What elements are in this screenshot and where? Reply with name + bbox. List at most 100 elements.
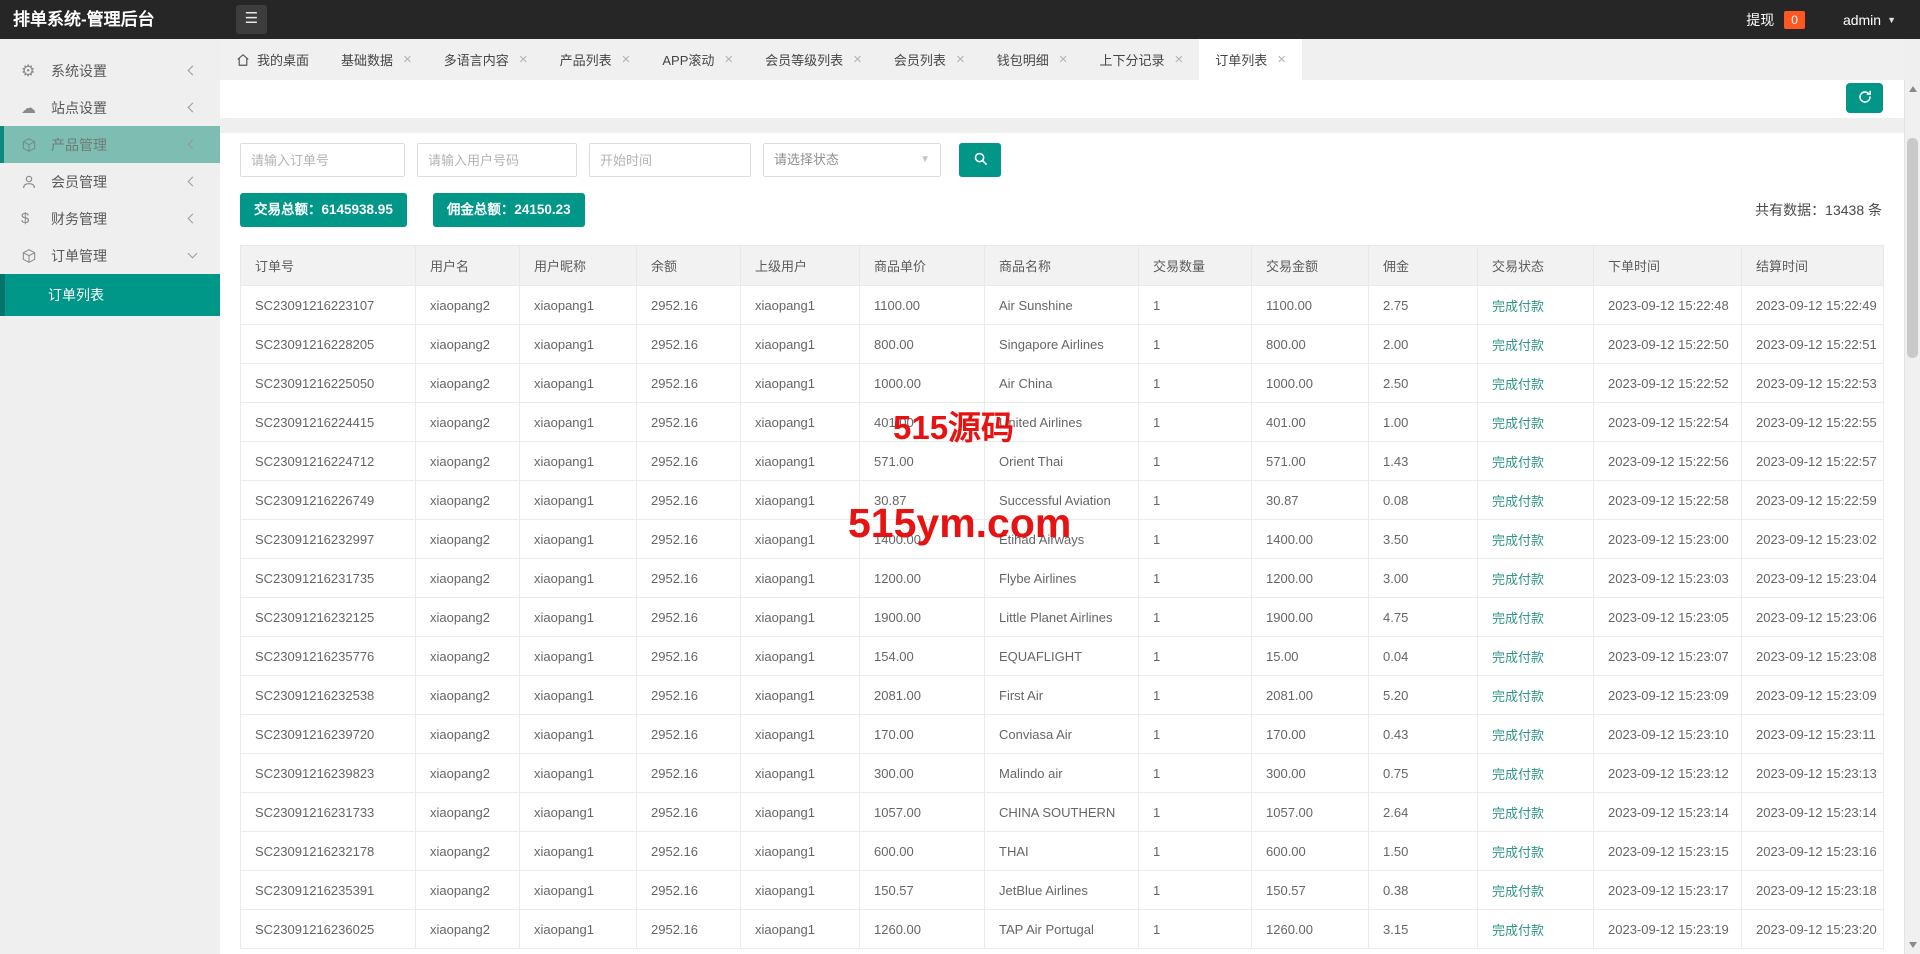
cell-username: xiaopang2 xyxy=(416,715,520,754)
cell-status: 完成付款 xyxy=(1478,364,1594,403)
home-icon xyxy=(236,53,250,67)
sidebar-item[interactable]: 会员管理 xyxy=(0,163,220,200)
cell-quantity: 1 xyxy=(1139,715,1252,754)
close-icon[interactable]: × xyxy=(622,52,631,67)
cell-commission: 1.00 xyxy=(1369,403,1478,442)
close-icon[interactable]: × xyxy=(519,52,528,67)
cell-settle_time: 2023-09-12 15:22:57 xyxy=(1742,442,1884,481)
cell-nickname: xiaopang1 xyxy=(520,910,637,949)
cell-balance: 2952.16 xyxy=(637,637,741,676)
tab-active-9[interactable]: 订单列表× xyxy=(1199,39,1302,80)
sidebar-item-label: 会员管理 xyxy=(51,172,107,192)
cell-balance: 2952.16 xyxy=(637,754,741,793)
close-icon[interactable]: × xyxy=(1277,52,1286,67)
sidebar-item[interactable]: ☁站点设置 xyxy=(0,89,220,126)
scroll-down-icon[interactable] xyxy=(1909,942,1917,948)
commission-total-button[interactable]: 佣金总额：24150.23 xyxy=(433,193,585,227)
cell-order_no: SC23091216228205 xyxy=(241,325,416,364)
cell-quantity: 1 xyxy=(1139,481,1252,520)
cell-settle_time: 2023-09-12 15:23:08 xyxy=(1742,637,1884,676)
vertical-scrollbar[interactable] xyxy=(1904,80,1920,954)
tab-4[interactable]: APP滚动 × xyxy=(646,39,749,80)
sidebar-item[interactable]: 订单管理 xyxy=(0,237,220,274)
cell-commission: 2.50 xyxy=(1369,364,1478,403)
status-select[interactable]: 请选择状态 ▼ xyxy=(763,143,941,177)
close-icon[interactable]: × xyxy=(403,52,412,67)
cell-quantity: 1 xyxy=(1139,754,1252,793)
user-number-input[interactable] xyxy=(417,143,577,177)
table-row: SC23091216224712xiaopang2xiaopang12952.1… xyxy=(241,442,1884,481)
close-icon[interactable]: × xyxy=(956,52,965,67)
cell-balance: 2952.16 xyxy=(637,364,741,403)
cell-parent_user: xiaopang1 xyxy=(741,598,860,637)
cell-amount: 15.00 xyxy=(1252,637,1369,676)
sidebar-item[interactable]: $财务管理 xyxy=(0,200,220,237)
cell-settle_time: 2023-09-12 15:23:04 xyxy=(1742,559,1884,598)
cell-status: 完成付款 xyxy=(1478,442,1594,481)
user-icon xyxy=(21,174,38,190)
sidebar-subitem[interactable]: 订单列表 xyxy=(0,274,220,316)
order-no-input[interactable] xyxy=(240,143,405,177)
cell-nickname: xiaopang1 xyxy=(520,715,637,754)
refresh-button[interactable] xyxy=(1846,83,1883,113)
cell-status: 完成付款 xyxy=(1478,403,1594,442)
cell-unit_price: 1400.00 xyxy=(860,520,985,559)
scroll-up-icon[interactable] xyxy=(1909,86,1917,92)
cell-order_time: 2023-09-12 15:23:17 xyxy=(1594,871,1742,910)
start-time-input[interactable] xyxy=(589,143,751,177)
tab-0[interactable]: 我的桌面 xyxy=(220,39,325,80)
table-row: SC23091216223107xiaopang2xiaopang12952.1… xyxy=(241,286,1884,325)
cell-unit_price: 1100.00 xyxy=(860,286,985,325)
table-row: SC23091216236025xiaopang2xiaopang12952.1… xyxy=(241,910,1884,949)
cell-status: 完成付款 xyxy=(1478,754,1594,793)
trade-total-button[interactable]: 交易总额：6145938.95 xyxy=(240,193,407,227)
cell-unit_price: 300.00 xyxy=(860,754,985,793)
cell-commission: 0.43 xyxy=(1369,715,1478,754)
tab-label: APP滚动 xyxy=(662,50,714,69)
cell-order_time: 2023-09-12 15:23:15 xyxy=(1594,832,1742,871)
tab-8[interactable]: 上下分记录× xyxy=(1083,39,1199,80)
cell-settle_time: 2023-09-12 15:23:09 xyxy=(1742,676,1884,715)
scrollbar-thumb[interactable] xyxy=(1907,138,1918,358)
sidebar-item[interactable]: 产品管理 xyxy=(0,126,220,163)
table-row: SC23091216235391xiaopang2xiaopang12952.1… xyxy=(241,871,1884,910)
close-icon[interactable]: × xyxy=(724,52,733,67)
sidebar-item[interactable]: ⚙系统设置 xyxy=(0,52,220,89)
cell-nickname: xiaopang1 xyxy=(520,832,637,871)
withdraw-link[interactable]: 提现 xyxy=(1746,10,1774,30)
search-button[interactable] xyxy=(959,143,1001,177)
cell-order_no: SC23091216232538 xyxy=(241,676,416,715)
cell-parent_user: xiaopang1 xyxy=(741,676,860,715)
hamburger-icon[interactable]: ☰ xyxy=(236,5,267,34)
total-count-label: 共有数据：13438 条 xyxy=(1755,200,1882,220)
tab-6[interactable]: 会员列表 × xyxy=(878,39,981,80)
cell-order_time: 2023-09-12 15:23:03 xyxy=(1594,559,1742,598)
cell-order_time: 2023-09-12 15:23:07 xyxy=(1594,637,1742,676)
cell-balance: 2952.16 xyxy=(637,403,741,442)
close-icon[interactable]: × xyxy=(1175,52,1184,67)
sidebar-item-label: 站点设置 xyxy=(51,98,107,118)
tab-2[interactable]: 多语言内容× xyxy=(428,39,544,80)
cell-order_time: 2023-09-12 15:23:14 xyxy=(1594,793,1742,832)
user-menu[interactable]: admin ▼ xyxy=(1843,12,1896,28)
cell-parent_user: xiaopang1 xyxy=(741,793,860,832)
table-row: SC23091216239720xiaopang2xiaopang12952.1… xyxy=(241,715,1884,754)
tab-5[interactable]: 会员等级列表× xyxy=(749,39,878,80)
cell-product_name: Successful Aviation xyxy=(985,481,1139,520)
cell-product_name: Little Planet Airlines xyxy=(985,598,1139,637)
tab-label: 会员列表 xyxy=(894,50,946,69)
search-icon xyxy=(973,151,988,169)
cell-amount: 1000.00 xyxy=(1252,364,1369,403)
close-icon[interactable]: × xyxy=(853,52,862,67)
cell-amount: 571.00 xyxy=(1252,442,1369,481)
table-row: SC23091216239823xiaopang2xiaopang12952.1… xyxy=(241,754,1884,793)
close-icon[interactable]: × xyxy=(1059,52,1068,67)
cell-product_name: Air China xyxy=(985,364,1139,403)
tab-7[interactable]: 钱包明细× xyxy=(981,39,1084,80)
cell-product_name: JetBlue Airlines xyxy=(985,871,1139,910)
tab-3[interactable]: 产品列表× xyxy=(544,39,647,80)
cell-balance: 2952.16 xyxy=(637,442,741,481)
tab-1[interactable]: 基础数据× xyxy=(325,39,428,80)
cell-settle_time: 2023-09-12 15:23:06 xyxy=(1742,598,1884,637)
cell-username: xiaopang2 xyxy=(416,637,520,676)
